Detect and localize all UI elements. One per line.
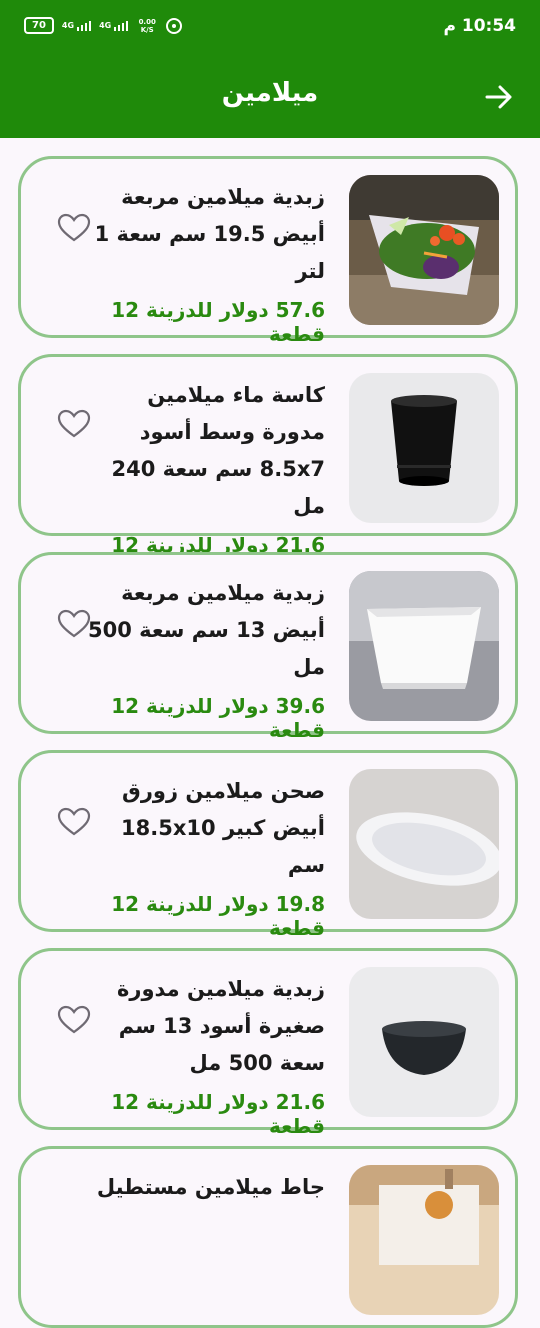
- page-title: ميلامين: [221, 78, 319, 108]
- product-name: زبدية ميلامين مدورة صغيرة أسود 13 سم سعة…: [116, 977, 325, 1075]
- product-price: 19.8 دولار للدزينة 12 قطعة: [111, 892, 325, 940]
- app-bar: ميلامين: [0, 56, 540, 138]
- signal-icon-2: 4G: [99, 20, 129, 31]
- product-info: جاط ميلامين مستطيل: [85, 1169, 325, 1206]
- product-info: زبدية ميلامين مربعة أبيض 19.5 سم سعة 1 ل…: [85, 179, 325, 346]
- hotspot-icon: [166, 17, 183, 34]
- product-price: 39.6 دولار للدزينة 12 قطعة: [111, 694, 325, 742]
- status-icons: 70 4G 4G 0.00 K/S: [24, 17, 183, 34]
- product-card[interactable]: جاط ميلامين مستطيل: [18, 1146, 518, 1328]
- clock: 10:54 م: [443, 16, 516, 36]
- product-card[interactable]: زبدية ميلامين مربعة أبيض 13 سم سعة 500 م…: [18, 552, 518, 742]
- heart-outline-icon[interactable]: [57, 213, 91, 243]
- signal-icon: 4G: [62, 20, 92, 31]
- product-image: [349, 571, 499, 721]
- product-image: [349, 175, 499, 325]
- product-name: زبدية ميلامين مربعة أبيض 19.5 سم سعة 1 ل…: [94, 185, 325, 283]
- product-card[interactable]: زبدية ميلامين مربعة أبيض 19.5 سم سعة 1 ل…: [18, 156, 518, 346]
- product-card[interactable]: صحن ميلامين زورق أبيض كبير 18.5x10 سم 19…: [18, 750, 518, 940]
- status-bar: 70 4G 4G 0.00 K/S 10:54 م: [0, 0, 540, 56]
- arrow-right-icon[interactable]: [484, 82, 514, 112]
- heart-outline-icon[interactable]: [57, 409, 91, 439]
- product-card[interactable]: كاسة ماء ميلامين مدورة وسط أسود 8.5x7 سم…: [18, 354, 518, 581]
- product-name: كاسة ماء ميلامين مدورة وسط أسود 8.5x7 سم…: [111, 383, 326, 518]
- product-image: [349, 769, 499, 919]
- product-card[interactable]: زبدية ميلامين مدورة صغيرة أسود 13 سم سعة…: [18, 948, 518, 1138]
- product-info: زبدية ميلامين مدورة صغيرة أسود 13 سم سعة…: [85, 971, 325, 1138]
- heart-outline-icon[interactable]: [57, 609, 91, 639]
- product-info: كاسة ماء ميلامين مدورة وسط أسود 8.5x7 سم…: [85, 377, 325, 581]
- product-name: زبدية ميلامين مربعة أبيض 13 سم سعة 500 م…: [88, 581, 325, 679]
- product-name: صحن ميلامين زورق أبيض كبير 18.5x10 سم: [121, 779, 325, 877]
- heart-outline-icon[interactable]: [57, 1005, 91, 1035]
- product-image: [349, 373, 499, 523]
- product-image: [349, 967, 499, 1117]
- product-name: جاط ميلامين مستطيل: [96, 1175, 325, 1199]
- heart-outline-icon[interactable]: [57, 807, 91, 837]
- product-price: 21.6 دولار للدزينة 12 قطعة: [111, 1090, 325, 1138]
- product-image: [349, 1165, 499, 1315]
- battery-icon: 70: [24, 17, 54, 34]
- network-speed: 0.00 K/S: [138, 17, 156, 34]
- product-info: صحن ميلامين زورق أبيض كبير 18.5x10 سم 19…: [85, 773, 325, 940]
- product-info: زبدية ميلامين مربعة أبيض 13 سم سعة 500 م…: [85, 575, 325, 742]
- product-price: 57.6 دولار للدزينة 12 قطعة: [111, 298, 325, 346]
